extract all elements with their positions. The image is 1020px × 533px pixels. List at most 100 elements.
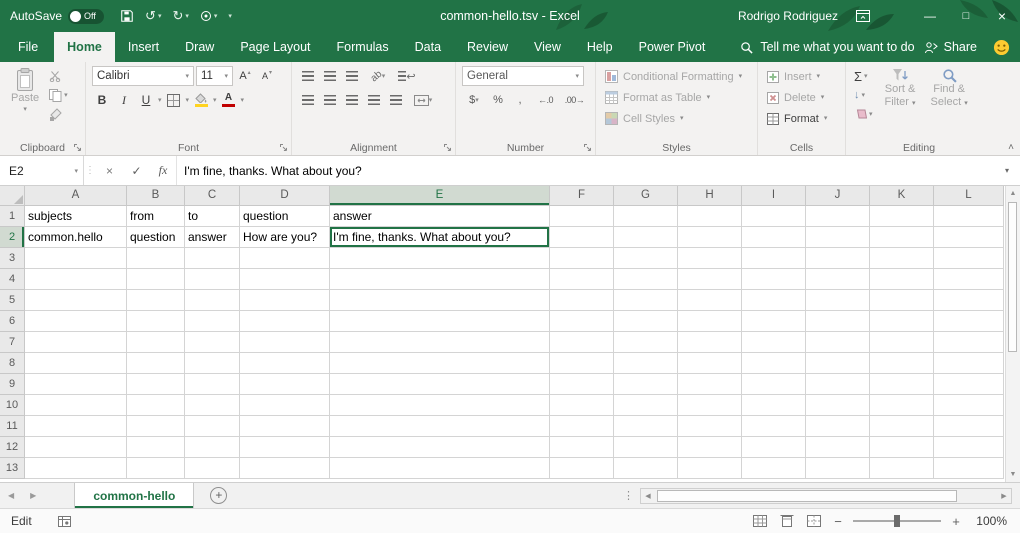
cell-E3[interactable] bbox=[330, 248, 550, 269]
row-header-3[interactable]: 3 bbox=[0, 248, 25, 269]
row-header-4[interactable]: 4 bbox=[0, 269, 25, 290]
cell-K13[interactable] bbox=[870, 458, 934, 479]
cell-E8[interactable] bbox=[330, 353, 550, 374]
cell-C2[interactable]: answer bbox=[185, 227, 240, 248]
maximize-button[interactable]: □ bbox=[948, 0, 984, 32]
cell-G12[interactable] bbox=[614, 437, 678, 458]
column-header-E[interactable]: E bbox=[330, 186, 550, 206]
cell-H10[interactable] bbox=[678, 395, 742, 416]
ribbon-display-options-button[interactable] bbox=[856, 10, 886, 22]
cell-H2[interactable] bbox=[678, 227, 742, 248]
cell-H5[interactable] bbox=[678, 290, 742, 311]
cell-I5[interactable] bbox=[742, 290, 806, 311]
underline-button[interactable]: U bbox=[136, 90, 156, 110]
row-header-9[interactable]: 9 bbox=[0, 374, 25, 395]
cell-D3[interactable] bbox=[240, 248, 330, 269]
cell-C6[interactable] bbox=[185, 311, 240, 332]
cell-H6[interactable] bbox=[678, 311, 742, 332]
zoom-out-button[interactable]: − bbox=[832, 514, 844, 529]
cell-K2[interactable] bbox=[870, 227, 934, 248]
cell-A3[interactable] bbox=[25, 248, 127, 269]
column-header-C[interactable]: C bbox=[185, 186, 240, 206]
merge-center-button[interactable]: ▾ bbox=[408, 90, 438, 110]
cell-J4[interactable] bbox=[806, 269, 870, 290]
cell-L12[interactable] bbox=[934, 437, 1004, 458]
cell-I3[interactable] bbox=[742, 248, 806, 269]
page-break-preview-button[interactable] bbox=[805, 513, 823, 529]
underline-dropdown-icon[interactable]: ▾ bbox=[158, 97, 162, 104]
column-header-A[interactable]: A bbox=[25, 186, 127, 206]
cell-C8[interactable] bbox=[185, 353, 240, 374]
cell-A7[interactable] bbox=[25, 332, 127, 353]
cell-K9[interactable] bbox=[870, 374, 934, 395]
cell-K8[interactable] bbox=[870, 353, 934, 374]
cell-A5[interactable] bbox=[25, 290, 127, 311]
copy-button[interactable]: ▾ bbox=[47, 87, 70, 103]
row-header-11[interactable]: 11 bbox=[0, 416, 25, 437]
borders-button[interactable] bbox=[164, 90, 184, 110]
cell-A9[interactable] bbox=[25, 374, 127, 395]
align-top-button[interactable] bbox=[298, 66, 318, 86]
cell-D6[interactable] bbox=[240, 311, 330, 332]
cell-E5[interactable] bbox=[330, 290, 550, 311]
undo-button[interactable]: ↺▾ bbox=[145, 8, 161, 24]
format-as-table-button[interactable]: Format as Table ▾ bbox=[602, 87, 752, 108]
number-format-select[interactable]: General ▾ bbox=[462, 66, 584, 86]
new-sheet-button[interactable]: + bbox=[210, 487, 227, 504]
zoom-in-button[interactable]: + bbox=[950, 514, 962, 529]
cell-L3[interactable] bbox=[934, 248, 1004, 269]
cell-F1[interactable] bbox=[550, 206, 614, 227]
cell-G2[interactable] bbox=[614, 227, 678, 248]
cell-C12[interactable] bbox=[185, 437, 240, 458]
cell-G8[interactable] bbox=[614, 353, 678, 374]
tab-help[interactable]: Help bbox=[574, 32, 626, 62]
cell-H4[interactable] bbox=[678, 269, 742, 290]
undo-dropdown-icon[interactable]: ▾ bbox=[158, 13, 162, 20]
zoom-level[interactable]: 100% bbox=[971, 514, 1007, 528]
cell-D2[interactable]: How are you? bbox=[240, 227, 330, 248]
cell-E6[interactable] bbox=[330, 311, 550, 332]
cell-I8[interactable] bbox=[742, 353, 806, 374]
cell-A12[interactable] bbox=[25, 437, 127, 458]
cell-K3[interactable] bbox=[870, 248, 934, 269]
cell-I6[interactable] bbox=[742, 311, 806, 332]
format-cells-button[interactable]: Format ▾ bbox=[764, 108, 840, 129]
clipboard-dialog-launcher[interactable] bbox=[73, 143, 82, 152]
cell-J11[interactable] bbox=[806, 416, 870, 437]
redo-dropdown-icon[interactable]: ▾ bbox=[185, 13, 189, 20]
cell-L1[interactable] bbox=[934, 206, 1004, 227]
borders-dropdown-icon[interactable]: ▾ bbox=[186, 97, 190, 104]
column-header-G[interactable]: G bbox=[614, 186, 678, 206]
cell-C10[interactable] bbox=[185, 395, 240, 416]
cell-G6[interactable] bbox=[614, 311, 678, 332]
cancel-entry-button[interactable]: × bbox=[96, 156, 123, 185]
align-bottom-button[interactable] bbox=[342, 66, 362, 86]
row-header-12[interactable]: 12 bbox=[0, 437, 25, 458]
fill-color-button[interactable] bbox=[191, 90, 211, 110]
find-select-button[interactable]: Find & Select ▾ bbox=[926, 66, 973, 122]
collapse-ribbon-button[interactable]: ˄ bbox=[1008, 142, 1014, 153]
cell-H7[interactable] bbox=[678, 332, 742, 353]
row-header-7[interactable]: 7 bbox=[0, 332, 25, 353]
cell-L13[interactable] bbox=[934, 458, 1004, 479]
select-all-corner[interactable] bbox=[0, 186, 25, 206]
tab-draw[interactable]: Draw bbox=[172, 32, 227, 62]
cell-F12[interactable] bbox=[550, 437, 614, 458]
cell-E1[interactable]: answer bbox=[330, 206, 550, 227]
cell-K11[interactable] bbox=[870, 416, 934, 437]
customize-qat-button[interactable]: ▾ bbox=[228, 13, 232, 20]
tab-power-pivot[interactable]: Power Pivot bbox=[626, 32, 719, 62]
font-color-button[interactable]: A bbox=[219, 90, 239, 110]
percent-style-button[interactable]: % bbox=[488, 90, 508, 110]
cell-F8[interactable] bbox=[550, 353, 614, 374]
cell-L6[interactable] bbox=[934, 311, 1004, 332]
cell-A2[interactable]: common.hello bbox=[25, 227, 127, 248]
macro-record-button[interactable] bbox=[58, 516, 71, 527]
horizontal-scrollbar-track[interactable] bbox=[655, 489, 997, 503]
horizontal-scrollbar-thumb[interactable] bbox=[657, 490, 957, 502]
cut-button[interactable] bbox=[47, 68, 70, 84]
column-header-I[interactable]: I bbox=[742, 186, 806, 206]
cell-A4[interactable] bbox=[25, 269, 127, 290]
save-button[interactable] bbox=[120, 9, 134, 23]
cell-G1[interactable] bbox=[614, 206, 678, 227]
